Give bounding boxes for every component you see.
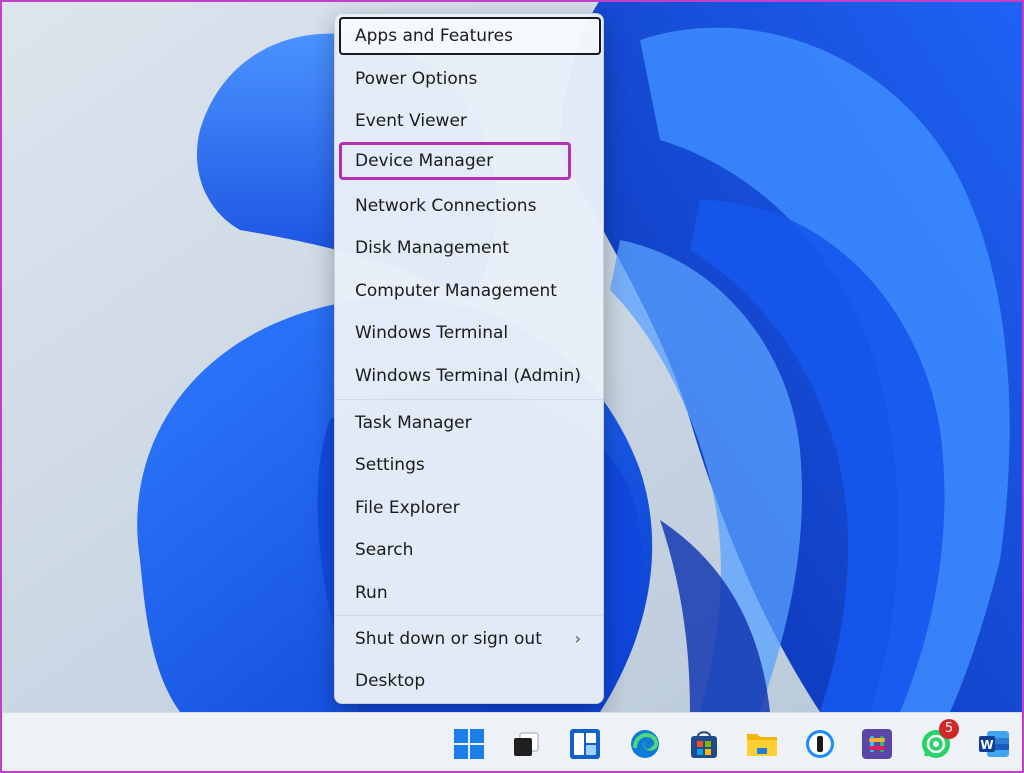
taskbar-word[interactable]: W: [975, 725, 1013, 763]
edge-browser-icon: [631, 730, 659, 758]
menu-item-file-explorer[interactable]: File Explorer: [339, 489, 601, 527]
notification-badge: 5: [939, 719, 959, 739]
taskbar-edge[interactable]: [626, 725, 664, 763]
menu-item-desktop[interactable]: Desktop: [339, 662, 601, 700]
menu-item-disk-management[interactable]: Disk Management: [339, 229, 601, 267]
widgets-icon: [570, 729, 600, 759]
menu-item-shut-down-or-sign-out[interactable]: Shut down or sign out ›: [339, 620, 601, 658]
menu-item-computer-management[interactable]: Computer Management: [339, 272, 601, 310]
menu-item-task-manager[interactable]: Task Manager: [339, 404, 601, 442]
taskbar-file-explorer[interactable]: [743, 725, 781, 763]
taskbar-slack[interactable]: [858, 725, 896, 763]
windows-start-icon: [454, 729, 484, 759]
winx-context-menu: Apps and Features Power Options Event Vi…: [334, 13, 604, 704]
taskbar-task-view[interactable]: [507, 725, 545, 763]
taskbar-1password[interactable]: [801, 725, 839, 763]
menu-item-label: Shut down or sign out: [355, 629, 542, 649]
menu-item-device-manager[interactable]: Device Manager: [339, 142, 571, 180]
store-icon: [691, 731, 717, 758]
taskbar-whatsapp[interactable]: 5: [917, 719, 959, 763]
menu-separator: [335, 615, 603, 616]
taskbar: 5 W: [0, 712, 1024, 773]
menu-item-windows-terminal[interactable]: Windows Terminal: [339, 314, 601, 352]
menu-item-windows-terminal-admin[interactable]: Windows Terminal (Admin): [339, 357, 601, 395]
menu-item-power-options[interactable]: Power Options: [339, 60, 601, 98]
slack-icon: [862, 729, 892, 759]
password-manager-icon: [806, 730, 834, 758]
taskbar-start-button[interactable]: [450, 725, 488, 763]
taskbar-widgets[interactable]: [566, 725, 604, 763]
menu-item-network-connections[interactable]: Network Connections: [339, 187, 601, 225]
menu-separator: [335, 399, 603, 400]
menu-item-settings[interactable]: Settings: [339, 446, 601, 484]
menu-item-event-viewer[interactable]: Event Viewer: [339, 102, 601, 140]
taskbar-microsoft-store[interactable]: [685, 725, 723, 763]
menu-item-apps-and-features[interactable]: Apps and Features: [339, 17, 601, 55]
task-view-icon: [514, 732, 539, 756]
folder-icon: [747, 734, 777, 756]
svg-text:W: W: [980, 738, 993, 752]
word-icon: W: [979, 731, 1009, 757]
menu-item-search[interactable]: Search: [339, 531, 601, 569]
menu-item-run[interactable]: Run: [339, 574, 601, 612]
chevron-right-icon: ›: [574, 629, 581, 648]
